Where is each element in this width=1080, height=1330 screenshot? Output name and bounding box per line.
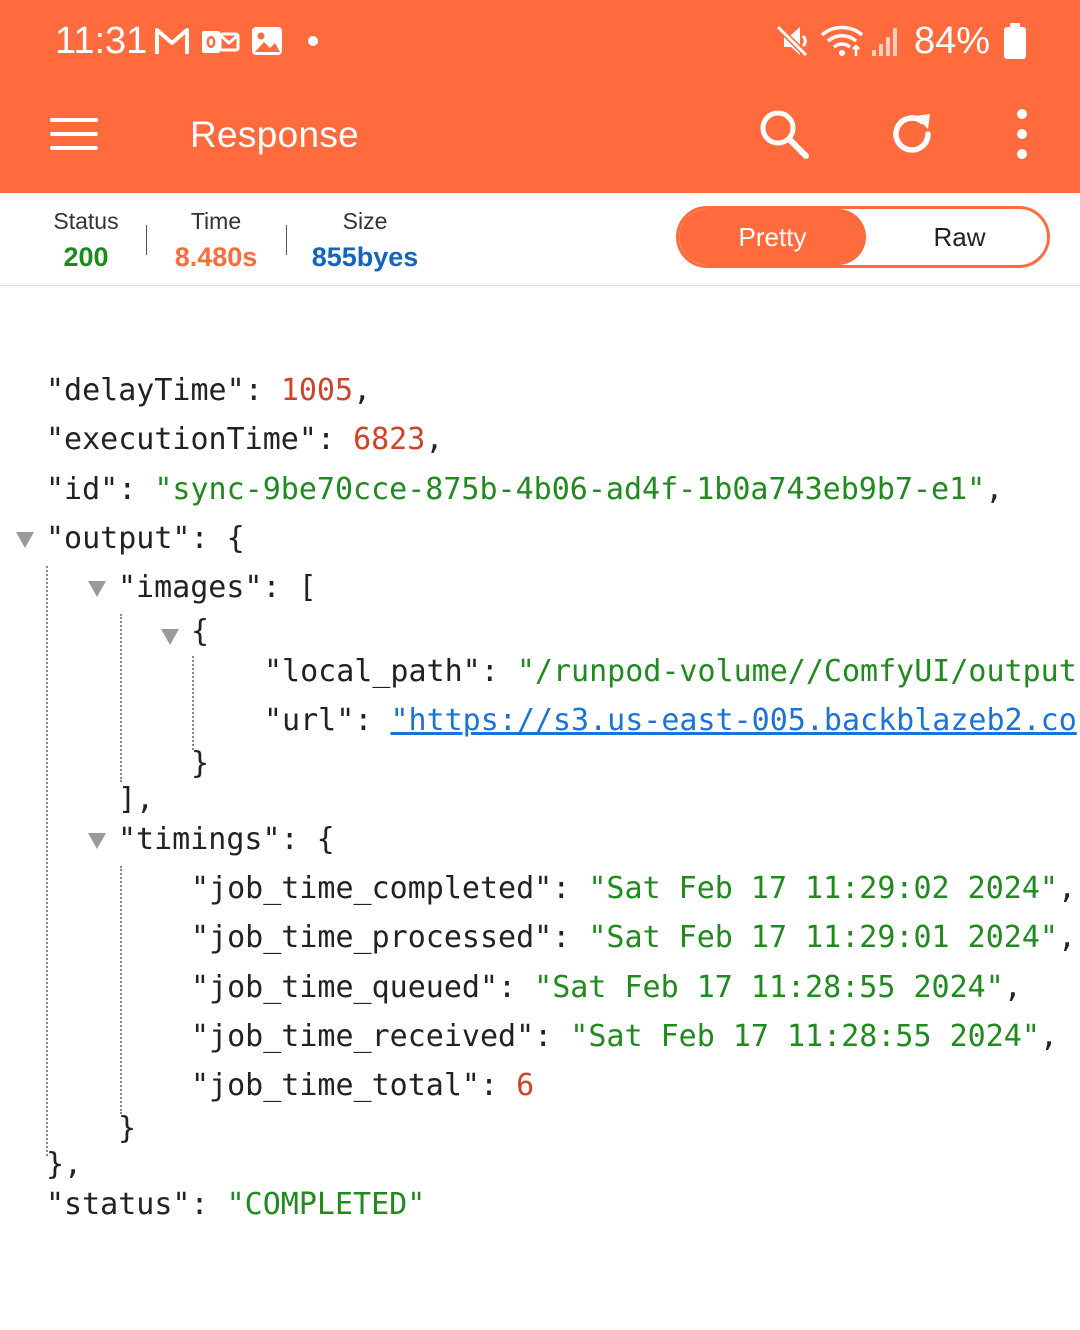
json-line-object-open: { — [191, 614, 210, 649]
json-line-job-time-total: "job_time_total": 6 — [191, 1068, 535, 1103]
json-key: "job_time_total" — [191, 1068, 480, 1103]
json-line-object-close: } — [191, 746, 210, 781]
top-app-bar: 11:31 84% Response — [0, 0, 1080, 193]
json-number: 6 — [516, 1068, 535, 1103]
json-line-job-time-processed: "job_time_processed": "Sat Feb 17 11:29:… — [191, 920, 1077, 955]
status-metric: Status 200 — [46, 207, 126, 275]
json-line-status: "status": "COMPLETED" — [46, 1187, 426, 1222]
json-number: 6823 — [353, 422, 426, 457]
json-string: "sync-9be70cce-875b-4b06-ad4f-1b0a743eb9… — [154, 472, 986, 507]
status-bar-time: 11:31 — [55, 20, 148, 62]
menu-icon[interactable] — [50, 118, 98, 152]
divider — [286, 225, 287, 255]
dot-icon — [308, 36, 318, 46]
json-string: "/runpod-volume//ComfyUI/output — [516, 654, 1077, 689]
json-line-delaytime: "delayTime": 1005, — [46, 373, 372, 408]
json-line-timings-close: } — [118, 1111, 137, 1146]
json-line-images: "images": [ — [118, 570, 317, 605]
json-url-link[interactable]: "https://s3.us-east-005.backblazeb2.co — [390, 703, 1076, 738]
divider — [146, 225, 147, 255]
refresh-icon[interactable] — [884, 106, 940, 162]
json-key: "timings" — [118, 822, 281, 857]
json-line-array-close: ], — [118, 782, 155, 817]
search-icon[interactable] — [756, 106, 812, 162]
json-line-job-time-completed: "job_time_completed": "Sat Feb 17 11:29:… — [191, 871, 1077, 906]
size-metric: Size 855byes — [305, 207, 425, 275]
json-line-url: "url": "https://s3.us-east-005.backblaze… — [264, 703, 1077, 738]
tree-guide — [120, 866, 122, 1114]
json-key: "job_time_queued" — [191, 970, 499, 1005]
json-line-output-close: }, — [46, 1147, 83, 1182]
view-mode-toggle: Pretty Raw — [676, 206, 1050, 268]
json-line-local-path: "local_path": "/runpod-volume//ComfyUI/o… — [264, 654, 1077, 689]
json-key: "job_time_processed" — [191, 920, 553, 955]
json-viewer: "delayTime": 1005, "executionTime": 6823… — [0, 286, 1080, 1330]
battery-percent: 84% — [914, 20, 991, 62]
gmail-icon — [155, 28, 189, 54]
json-line-job-time-received: "job_time_received": "Sat Feb 17 11:28:5… — [191, 1019, 1058, 1054]
json-key: "url" — [264, 703, 355, 738]
time-label: Time — [190, 208, 242, 234]
json-key: "local_path" — [264, 654, 481, 689]
size-label: Size — [342, 208, 388, 234]
json-line-output: "output": { — [46, 521, 245, 556]
collapse-timings-icon[interactable] — [88, 833, 106, 849]
json-string: "Sat Feb 17 11:29:01 2024" — [588, 920, 1058, 955]
json-key: "status" — [46, 1187, 191, 1222]
wifi-icon — [820, 25, 864, 56]
pretty-tab[interactable]: Pretty — [679, 209, 866, 265]
json-line-id: "id": "sync-9be70cce-875b-4b06-ad4f-1b0a… — [46, 472, 1004, 507]
json-string: "COMPLETED" — [226, 1187, 426, 1222]
time-value: 8.480s — [174, 242, 258, 272]
json-key: "images" — [118, 570, 263, 605]
json-key: "job_time_completed" — [191, 871, 553, 906]
json-line-executiontime: "executionTime": 6823, — [46, 422, 444, 457]
json-key: "output" — [46, 521, 191, 556]
tree-guide — [192, 656, 194, 750]
json-string: "Sat Feb 17 11:29:02 2024" — [588, 871, 1058, 906]
battery-icon — [1004, 23, 1026, 59]
json-string: "Sat Feb 17 11:28:55 2024" — [534, 970, 1004, 1005]
json-number: 1005 — [280, 373, 354, 408]
page-title: Response — [190, 114, 360, 155]
json-line-job-time-queued: "job_time_queued": "Sat Feb 17 11:28:55 … — [191, 970, 1022, 1005]
status-label: Status — [53, 208, 119, 234]
more-vert-icon[interactable] — [994, 106, 1050, 162]
collapse-images-icon[interactable] — [88, 581, 106, 597]
json-line-timings: "timings": { — [118, 822, 335, 857]
time-metric: Time 8.480s — [166, 207, 266, 275]
outlook-icon — [202, 31, 240, 53]
collapse-image-object-icon[interactable] — [161, 629, 179, 645]
json-key: "id" — [46, 472, 119, 507]
response-info-bar: Status 200 Time 8.480s Size 855byes Pret… — [0, 193, 1080, 286]
tree-guide — [46, 566, 48, 1156]
signal-icon — [872, 28, 897, 56]
tree-guide — [120, 614, 122, 782]
size-value: 855byes — [311, 242, 419, 272]
gallery-icon — [252, 27, 282, 55]
raw-tab[interactable]: Raw — [866, 209, 1047, 265]
json-key: "executionTime" — [46, 422, 317, 457]
json-string: "Sat Feb 17 11:28:55 2024" — [570, 1019, 1040, 1054]
mute-icon — [775, 24, 809, 58]
json-key: "delayTime" — [46, 373, 245, 408]
collapse-output-icon[interactable] — [16, 532, 34, 548]
json-key: "job_time_received" — [191, 1019, 535, 1054]
status-value: 200 — [63, 242, 109, 272]
